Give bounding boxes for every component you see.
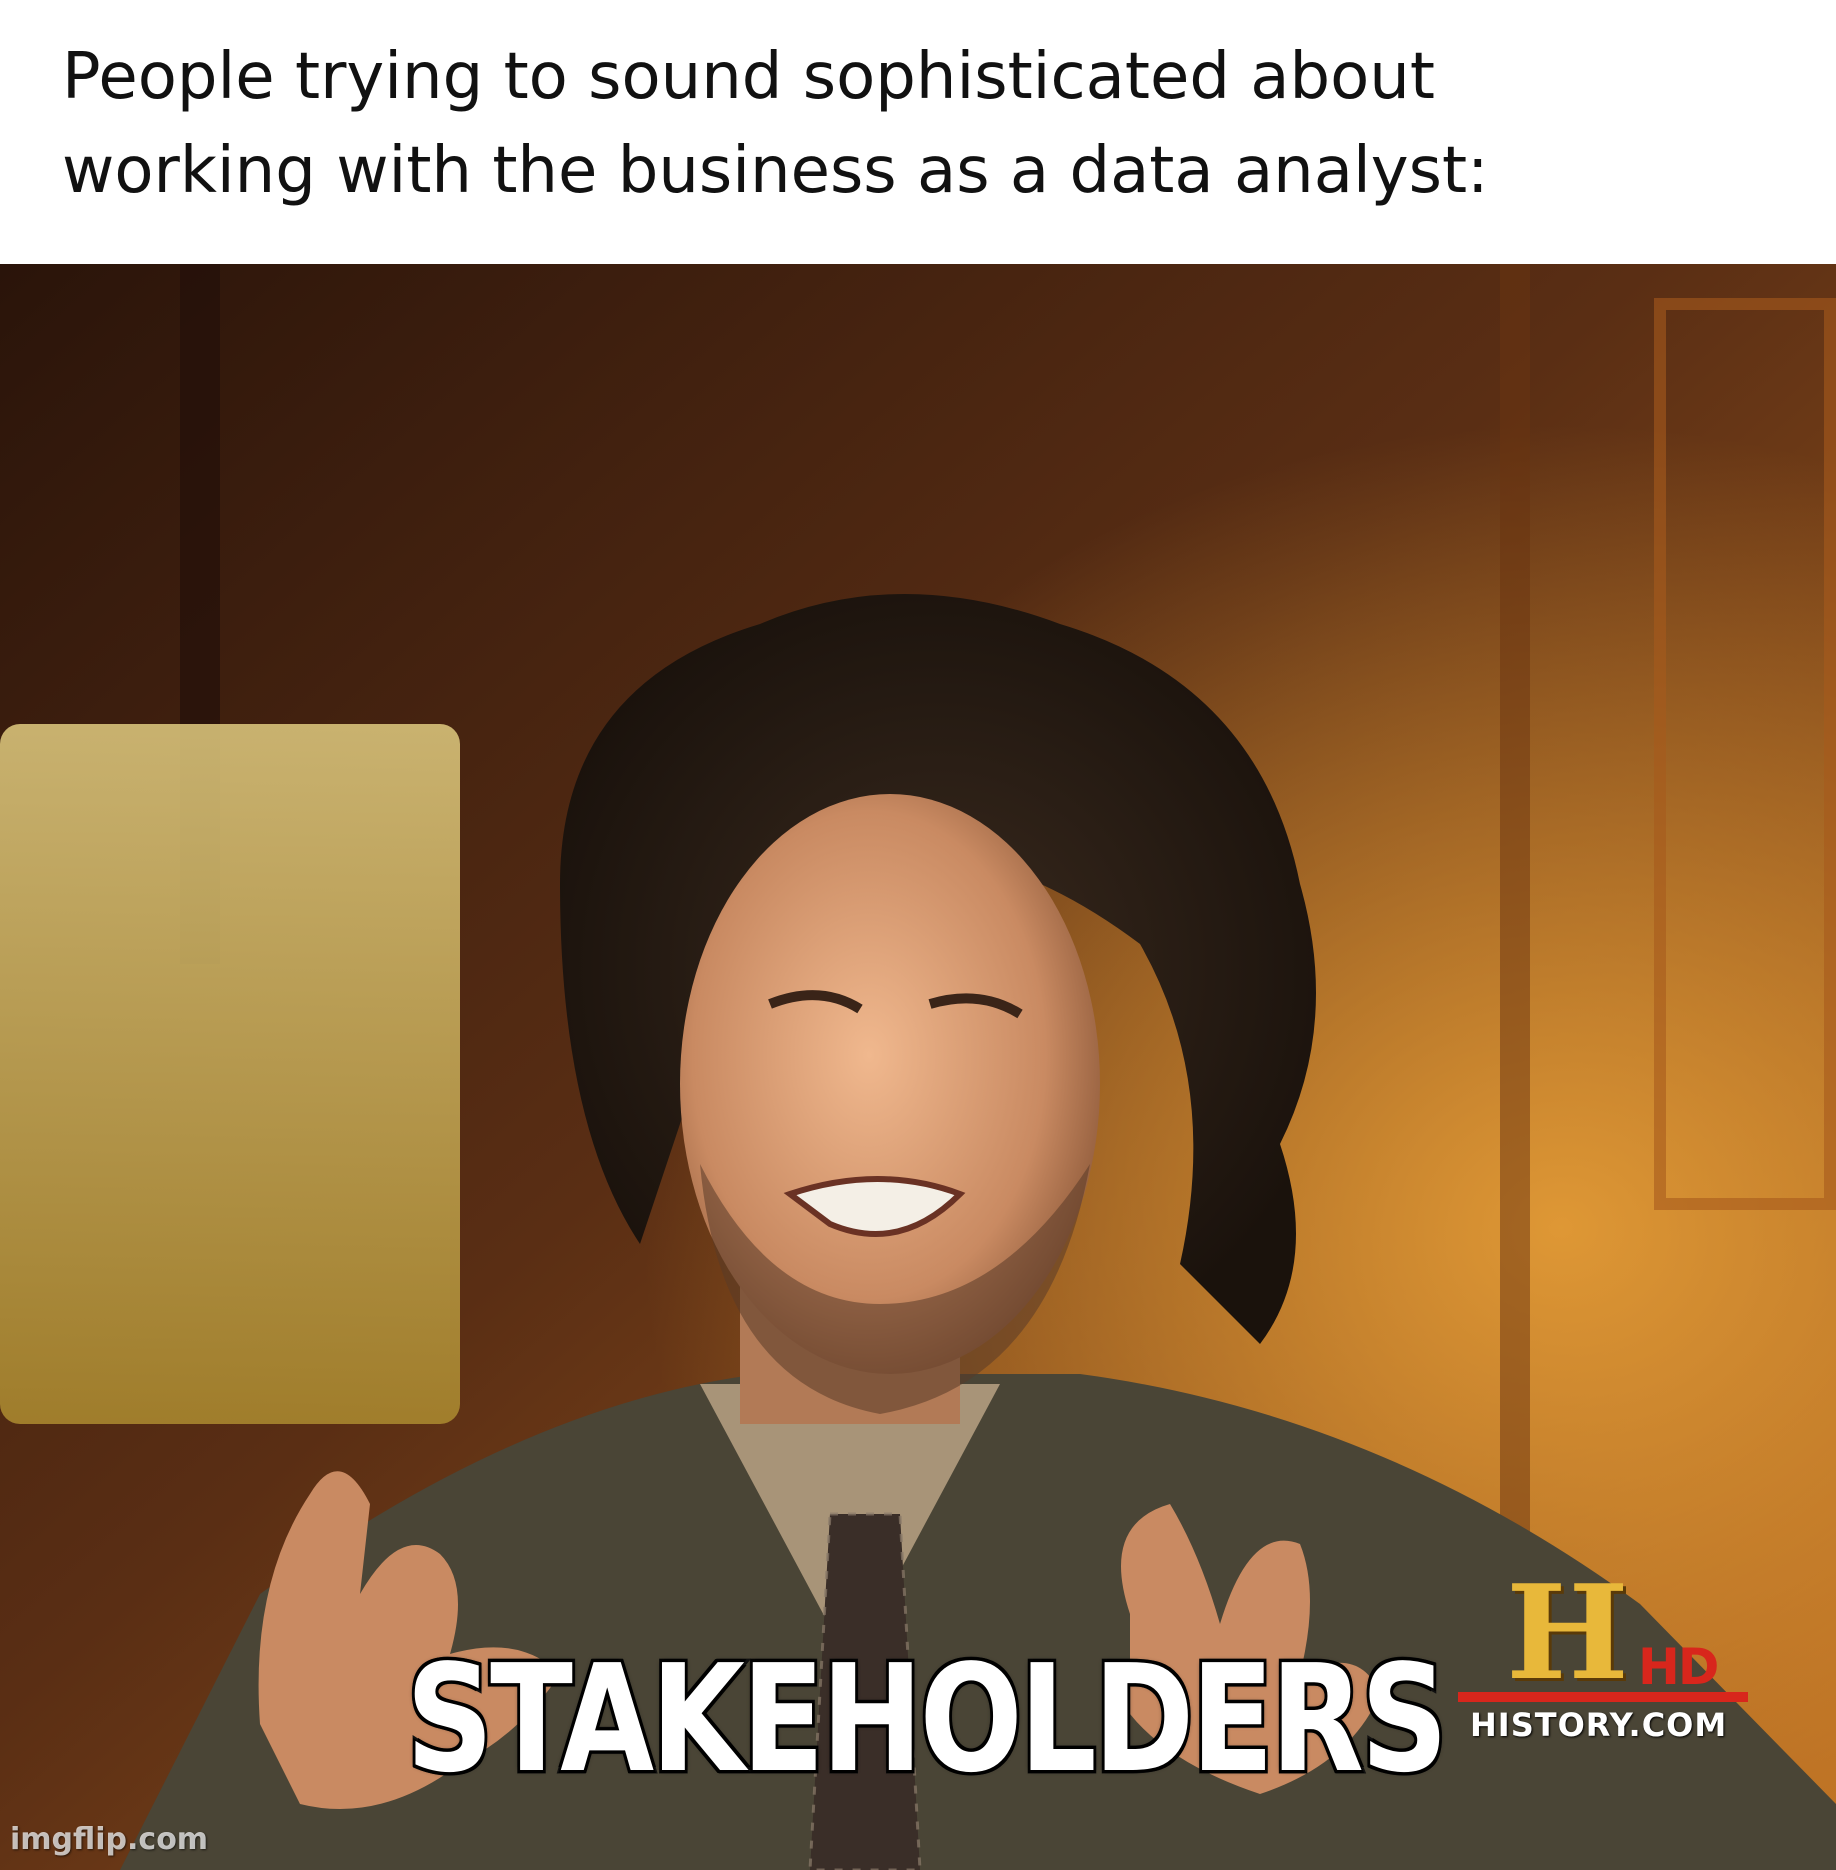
logo-bar <box>1458 1692 1748 1702</box>
caption-line-2: working with the business as a data anal… <box>62 134 1489 208</box>
hd-badge: HD <box>1638 1638 1719 1696</box>
meme-page: People trying to sound sophisticated abo… <box>0 0 1836 1870</box>
impact-caption: STAKEHOLDERS <box>403 1633 1451 1805</box>
panel-stripe <box>1500 264 1530 1664</box>
history-site-label: HISTORY.COM <box>1470 1706 1728 1744</box>
history-logo-letter: H <box>1506 1556 1629 1709</box>
lamp-shade <box>0 724 460 1424</box>
caption-line-1: People trying to sound sophisticated abo… <box>62 40 1435 114</box>
meme-caption: People trying to sound sophisticated abo… <box>62 30 1762 218</box>
imgflip-watermark: imgflip.com <box>10 1822 209 1857</box>
history-logo: H HD HISTORY.COM <box>1458 1568 1758 1748</box>
